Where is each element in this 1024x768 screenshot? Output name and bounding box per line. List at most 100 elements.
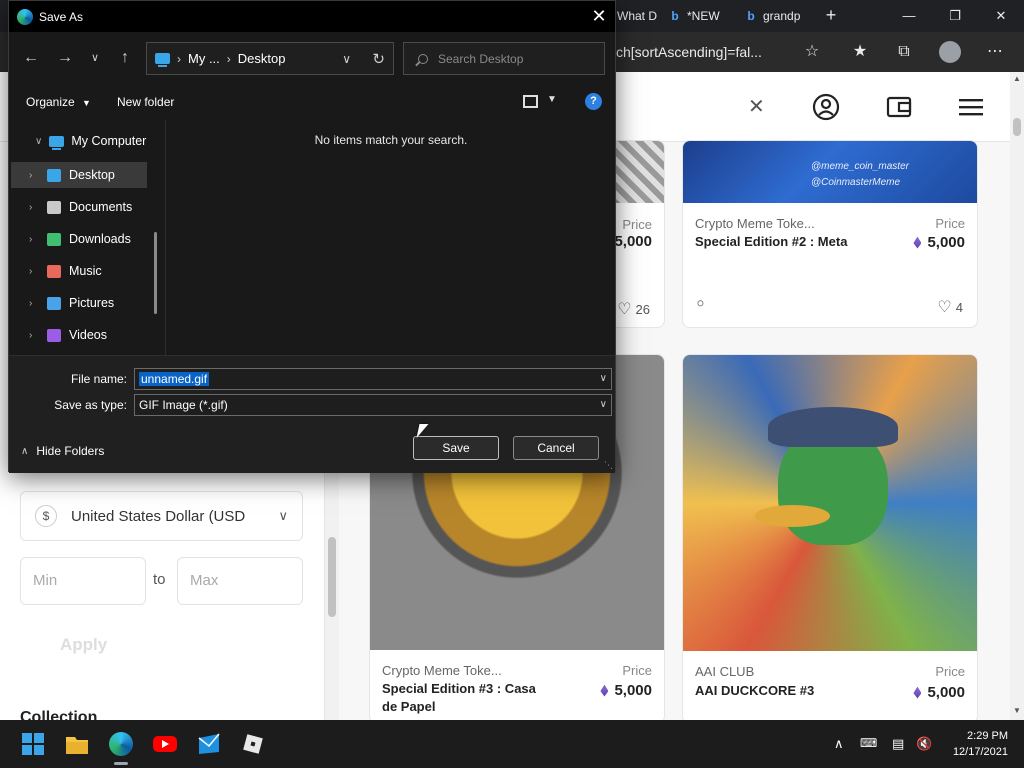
roblox-icon[interactable] — [239, 730, 267, 758]
cancel-button[interactable]: Cancel — [513, 436, 599, 460]
new-folder-button[interactable]: New folder — [117, 95, 174, 109]
nav-item-videos[interactable]: › Videos — [11, 322, 147, 348]
page-scrollbar[interactable]: ▲ ▼ — [1010, 72, 1024, 720]
nft-card[interactable]: @meme_coin_master @CoinmasterMeme Crypto… — [682, 140, 978, 328]
chain-icon: ⚪ — [695, 296, 706, 311]
mail-icon[interactable] — [195, 730, 223, 758]
search-input[interactable]: Search Desktop — [403, 42, 605, 75]
apply-button[interactable]: Apply — [60, 635, 107, 655]
max-price-input[interactable]: Max — [177, 557, 303, 605]
dialog-title-bar[interactable]: Save As ✕ — [9, 1, 615, 32]
collection-name[interactable]: Crypto Meme Toke... — [695, 216, 815, 231]
nav-pane-scrollbar[interactable] — [154, 232, 157, 314]
chevron-right-icon[interactable]: › — [29, 330, 39, 341]
nav-item-downloads[interactable]: › Downloads — [11, 226, 147, 252]
menu-icon[interactable] — [956, 92, 986, 122]
chevron-down-icon: ▼ — [82, 98, 91, 108]
chevron-right-icon[interactable]: › — [29, 266, 39, 277]
help-icon[interactable]: ? — [585, 93, 602, 110]
clear-search-icon[interactable]: ✕ — [748, 94, 765, 119]
view-icon[interactable] — [523, 95, 538, 108]
currency-select[interactable]: $ United States Dollar (USD ∨ — [20, 491, 303, 541]
up-folder-icon[interactable]: ↑ — [115, 48, 135, 68]
nft-title[interactable]: Special Edition #2 : Meta — [695, 233, 847, 251]
breadcrumb-item[interactable]: Desktop — [238, 51, 286, 66]
wallet-icon[interactable] — [884, 92, 914, 122]
nav-item-pictures[interactable]: › Pictures — [11, 290, 147, 316]
new-tab-button[interactable]: + — [820, 4, 842, 26]
close-window-button[interactable]: ✕ — [978, 2, 1024, 30]
nav-item-music[interactable]: › Music — [11, 258, 147, 284]
nav-root-my-computer[interactable]: ∨ My Computer — [35, 134, 146, 150]
likes[interactable]: ♡ 4 — [937, 297, 963, 317]
start-icon[interactable] — [19, 730, 47, 758]
account-icon[interactable] — [811, 92, 841, 122]
collection-name[interactable]: Crypto Meme Toke... — [382, 663, 502, 678]
file-list-pane[interactable]: No items match your search. — [166, 120, 616, 355]
save-type-select[interactable]: GIF Image (*.gif) ∨ — [134, 394, 612, 416]
minimize-button[interactable]: — — [886, 2, 932, 30]
breadcrumb[interactable]: › My ... › Desktop ∨ ↻ — [146, 42, 394, 75]
scroll-down-icon[interactable]: ▼ — [1013, 706, 1021, 715]
chevron-right-icon: › — [226, 51, 231, 66]
more-options-icon[interactable]: ⋯ — [983, 40, 1007, 64]
organize-button[interactable]: Organize ▼ — [26, 95, 91, 109]
chevron-down-icon: ∨ — [278, 508, 288, 523]
nft-card[interactable]: AAI CLUB Price AAI DUCKCORE #3 5,000 — [682, 354, 978, 720]
favorites-icon[interactable]: ★ — [848, 40, 872, 64]
edge-icon[interactable] — [107, 730, 135, 758]
view-dropdown-icon[interactable]: ▼ — [547, 94, 557, 105]
nft-title[interactable]: Special Edition #3 : Casa de Papel — [382, 680, 552, 716]
chevron-right-icon[interactable]: › — [29, 234, 39, 245]
chevron-down-icon[interactable]: ∨ — [600, 369, 607, 389]
profile-avatar[interactable] — [939, 41, 961, 63]
chevron-right-icon[interactable]: › — [29, 170, 39, 181]
nav-item-desktop[interactable]: › Desktop — [11, 162, 147, 188]
resize-grip-icon[interactable]: ⋱ — [604, 460, 613, 471]
back-icon[interactable]: ← — [21, 48, 41, 68]
add-favorite-icon[interactable]: ☆ — [800, 40, 824, 64]
scroll-up-icon[interactable]: ▲ — [1013, 74, 1021, 83]
nft-image — [683, 355, 977, 651]
nft-image: @meme_coin_master @CoinmasterMeme — [683, 141, 977, 203]
chevron-right-icon[interactable]: › — [29, 202, 39, 213]
chevron-down-icon[interactable]: ∨ — [342, 52, 351, 66]
scroll-thumb[interactable] — [1013, 118, 1021, 136]
likes-count: 4 — [955, 299, 963, 315]
empty-message: No items match your search. — [314, 133, 468, 147]
breadcrumb-item[interactable]: My ... — [188, 51, 220, 66]
close-icon[interactable]: ✕ — [589, 5, 609, 27]
nav-item-label: Desktop — [69, 168, 115, 182]
restore-button[interactable]: ❐ — [932, 2, 978, 30]
file-name-input[interactable]: unnamed.gif ∨ — [134, 368, 612, 390]
youtube-icon[interactable] — [151, 730, 179, 758]
nav-item-label: Downloads — [69, 232, 131, 246]
documents-icon — [47, 200, 61, 214]
collection-name[interactable]: AAI CLUB — [695, 664, 754, 679]
hide-folders-button[interactable]: ∧ Hide Folders — [21, 444, 104, 458]
system-clock[interactable]: 2:29 PM 12/17/2021 — [938, 728, 1008, 760]
nav-item-documents[interactable]: › Documents — [11, 194, 147, 220]
min-price-input[interactable]: Min — [20, 557, 146, 605]
volume-muted-icon[interactable]: 🔇 — [916, 736, 932, 752]
chevron-up-icon[interactable]: ∧ — [834, 736, 844, 752]
collections-icon[interactable]: ⧉ — [892, 40, 916, 64]
address-bar[interactable]: ch[sortAscending]=fal... — [616, 38, 796, 66]
file-explorer-icon[interactable] — [63, 730, 91, 758]
dialog-nav-row: ← → ∨ ↑ › My ... › Desktop ∨ ↻ Search De… — [9, 32, 615, 84]
price-amount: 5,000 — [927, 234, 965, 251]
display-icon[interactable]: ▤ — [892, 736, 904, 752]
likes[interactable]: ♡ 26 — [617, 299, 650, 319]
range-to-label: to — [153, 571, 166, 588]
forward-icon[interactable]: → — [55, 48, 75, 68]
dialog-bottom-pane: File name: unnamed.gif ∨ Save as type: G… — [9, 355, 615, 473]
chevron-right-icon[interactable]: › — [29, 298, 39, 309]
price-value: 5,000 — [913, 684, 965, 701]
save-button[interactable]: Save — [413, 436, 499, 460]
recent-locations-icon[interactable]: ∨ — [85, 48, 105, 68]
refresh-icon[interactable]: ↻ — [372, 50, 385, 68]
chevron-up-icon: ∧ — [21, 445, 29, 457]
nft-title[interactable]: AAI DUCKCORE #3 — [695, 682, 814, 700]
keyboard-icon[interactable]: ⌨ — [860, 736, 877, 750]
browser-tab-grandp[interactable]: b grandp — [744, 4, 816, 28]
